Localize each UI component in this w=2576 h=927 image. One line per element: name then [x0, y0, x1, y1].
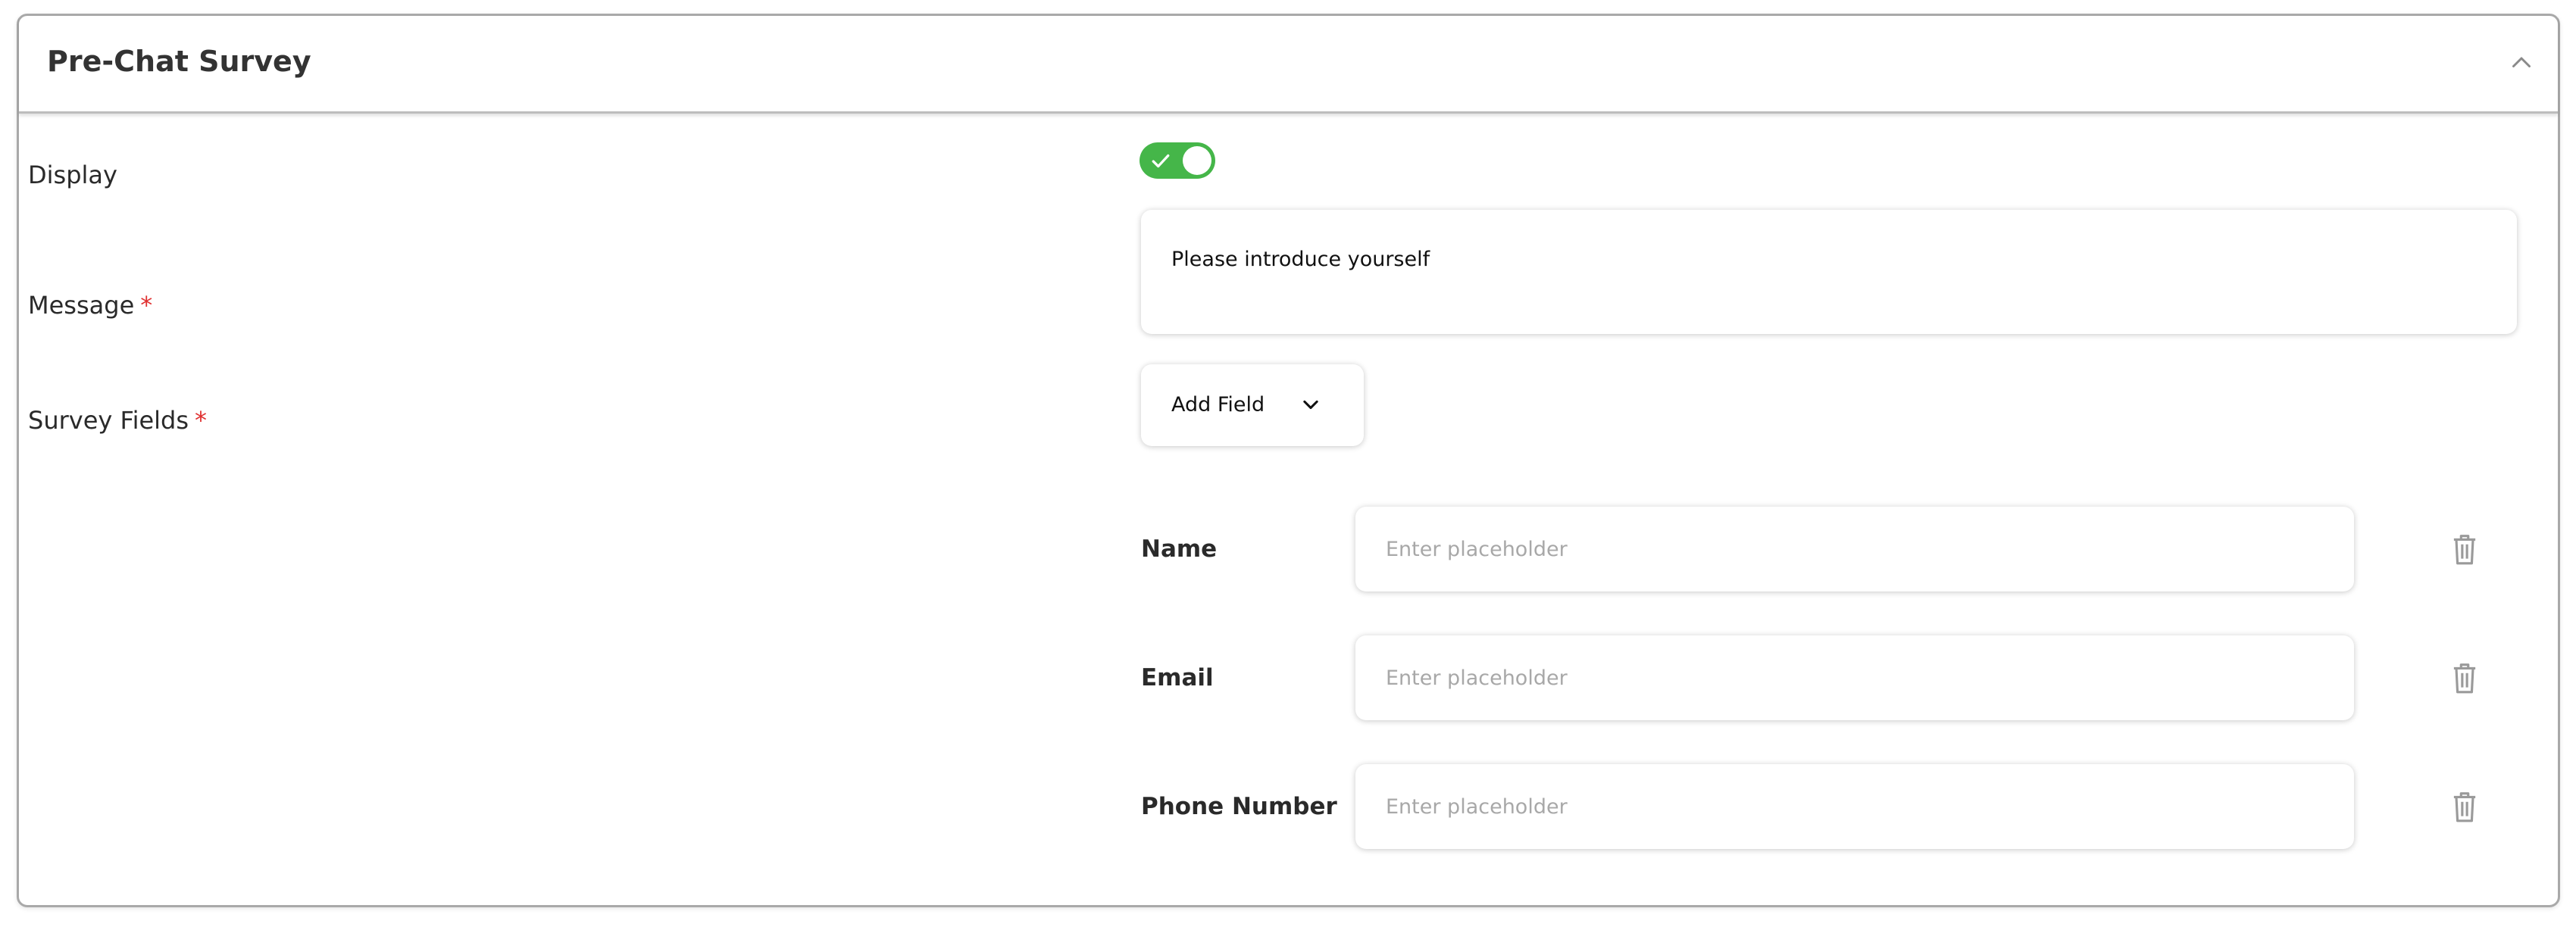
trash-icon[interactable] [2450, 790, 2479, 823]
field-label-name: Name [1141, 535, 1218, 563]
name-placeholder-input[interactable] [1355, 507, 2354, 591]
required-mark: * [195, 406, 208, 435]
phone-number-placeholder-input[interactable] [1355, 764, 2354, 849]
chevron-down-icon [1303, 400, 1318, 410]
trash-icon[interactable] [2450, 532, 2479, 566]
message-value: Please introduce yourself [1171, 248, 1430, 271]
field-label-phone-number: Phone Number [1141, 793, 1337, 820]
panel-title: Pre-Chat Survey [47, 45, 311, 78]
check-icon [1152, 154, 1170, 168]
message-label: Message * [28, 291, 152, 320]
message-label-text: Message [28, 291, 135, 320]
display-label: Display [28, 161, 117, 189]
chevron-up-icon[interactable] [2508, 49, 2535, 76]
display-toggle[interactable] [1140, 142, 1215, 179]
field-label-email: Email [1141, 664, 1214, 691]
add-field-label: Add Field [1171, 393, 1265, 417]
panel-header[interactable]: Pre-Chat Survey [19, 16, 2558, 114]
display-label-text: Display [28, 161, 117, 189]
survey-fields-label: Survey Fields * [28, 406, 207, 435]
email-placeholder-input[interactable] [1355, 635, 2354, 720]
required-mark: * [140, 291, 153, 320]
survey-fields-label-text: Survey Fields [28, 406, 189, 435]
message-textarea[interactable]: Please introduce yourself [1141, 210, 2517, 334]
toggle-knob [1183, 146, 1211, 175]
add-field-button[interactable]: Add Field [1141, 364, 1364, 446]
trash-icon[interactable] [2450, 661, 2479, 694]
